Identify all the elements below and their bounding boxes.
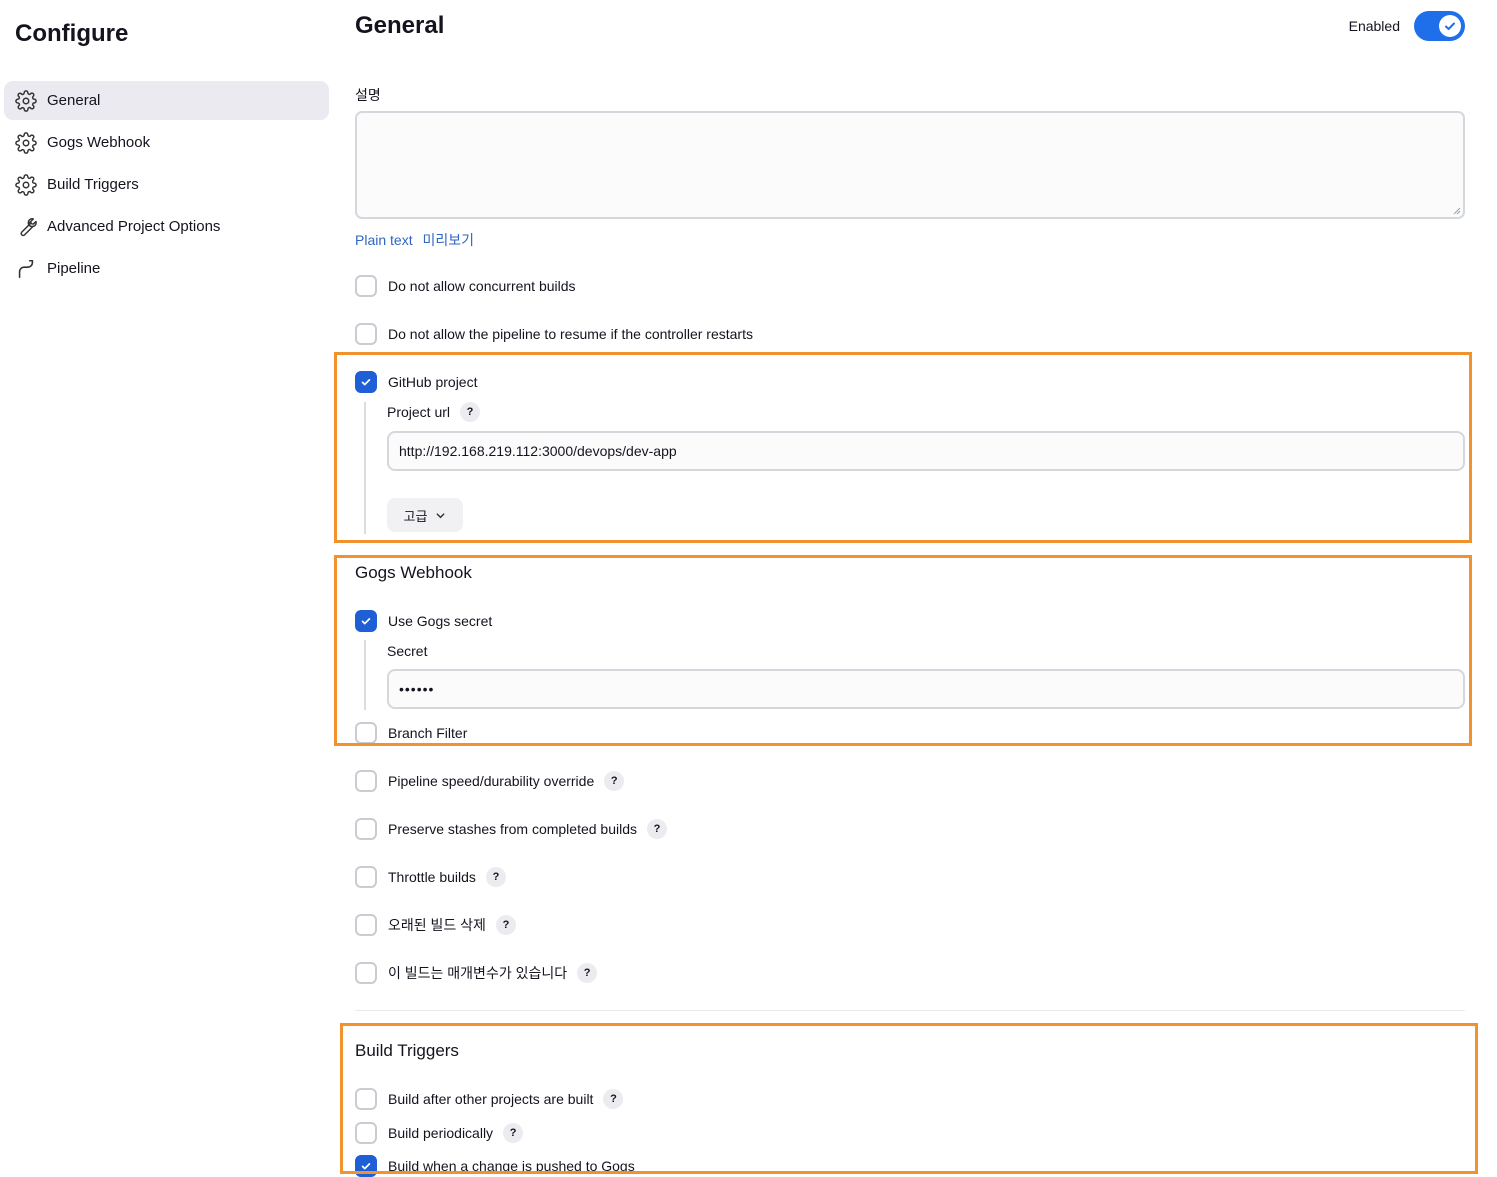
build-after-other-checkbox[interactable]	[355, 1088, 377, 1110]
help-icon[interactable]: ?	[503, 1123, 524, 1143]
option-branch-filter: Branch Filter	[355, 722, 467, 744]
option-label: Pipeline speed/durability override	[388, 773, 595, 789]
option-label: Do not allow concurrent builds	[388, 278, 576, 294]
sidebar-item-advanced-project-options[interactable]: Advanced Project Options	[4, 207, 329, 246]
description-format-links: Plain text 미리보기	[355, 230, 480, 250]
help-icon[interactable]: ?	[603, 1089, 624, 1109]
option-preserve-stashes: Preserve stashes from completed builds ?	[355, 818, 667, 840]
description-textarea[interactable]	[355, 111, 1465, 219]
check-icon	[1439, 15, 1461, 37]
option-build-periodically: Build periodically ?	[355, 1122, 524, 1144]
use-gogs-secret-checkbox[interactable]	[355, 610, 377, 632]
help-icon[interactable]: ?	[460, 402, 481, 422]
help-icon[interactable]: ?	[495, 915, 516, 935]
option-label: 이 빌드는 매개변수가 있습니다	[388, 965, 568, 981]
gear-icon	[15, 89, 37, 112]
no-concurrent-checkbox[interactable]	[355, 275, 377, 297]
enabled-control: Enabled	[1349, 11, 1465, 41]
secret-input[interactable]: ••••••	[387, 669, 1465, 709]
option-label: Build when a change is pushed to Gogs	[388, 1158, 635, 1174]
project-url-label-row: Project url ?	[387, 402, 481, 422]
enabled-toggle[interactable]	[1414, 11, 1465, 41]
option-label: Throttle builds	[388, 869, 476, 885]
project-url-label: Project url	[387, 404, 451, 420]
no-resume-checkbox[interactable]	[355, 323, 377, 345]
enabled-label: Enabled	[1348, 18, 1400, 34]
nested-indicator	[364, 402, 366, 534]
secret-label: Secret	[387, 643, 428, 659]
help-icon[interactable]: ?	[577, 963, 598, 983]
option-label: Branch Filter	[388, 725, 468, 741]
option-no-concurrent-builds: Do not allow concurrent builds	[355, 275, 576, 297]
option-label: Build periodically	[388, 1125, 494, 1141]
option-label: Preserve stashes from completed builds	[388, 821, 637, 837]
sidebar-item-label: Advanced Project Options	[47, 218, 221, 235]
option-no-resume: Do not allow the pipeline to resume if t…	[355, 323, 753, 345]
branch-filter-checkbox[interactable]	[355, 722, 377, 744]
help-icon[interactable]: ?	[604, 771, 625, 791]
sidebar-item-label: Build Triggers	[47, 176, 139, 193]
pipeline-speed-checkbox[interactable]	[355, 770, 377, 792]
nested-indicator	[364, 640, 366, 710]
parameterized-checkbox[interactable]	[355, 962, 377, 984]
sidebar-item-label: Gogs Webhook	[47, 134, 151, 151]
option-github-project: GitHub project	[355, 371, 477, 393]
sidebar-item-general[interactable]: General	[4, 81, 329, 120]
option-label: Use Gogs secret	[388, 613, 493, 629]
help-icon[interactable]: ?	[485, 867, 506, 887]
highlight-gogs-webhook	[334, 555, 1472, 746]
sidebar-item-pipeline[interactable]: Pipeline	[4, 249, 329, 288]
help-icon[interactable]: ?	[647, 819, 667, 839]
gear-icon	[15, 131, 37, 154]
gear-icon	[15, 173, 37, 196]
option-throttle-builds: Throttle builds ?	[355, 866, 506, 888]
sidebar-item-build-triggers[interactable]: Build Triggers	[4, 165, 329, 204]
preview-link[interactable]: 미리보기	[422, 232, 474, 248]
github-project-checkbox[interactable]	[355, 371, 377, 393]
section-title-gogs-webhook: Gogs Webhook	[355, 563, 472, 582]
section-divider	[355, 1010, 1465, 1011]
project-url-input[interactable]: http://192.168.219.112:3000/devops/dev-a…	[387, 431, 1465, 471]
pipeline-icon	[15, 258, 37, 280]
build-periodically-checkbox[interactable]	[355, 1122, 377, 1144]
sidebar-item-label: General	[47, 92, 101, 109]
section-title-build-triggers: Build Triggers	[355, 1041, 459, 1060]
sidebar: General Gogs Webhook Build Triggers Adva…	[4, 81, 329, 291]
section-title-general: General	[355, 12, 445, 39]
option-build-after-other: Build after other projects are built ?	[355, 1088, 624, 1110]
sidebar-item-label: Pipeline	[47, 260, 101, 277]
throttle-builds-checkbox[interactable]	[355, 866, 377, 888]
page-title: Configure	[15, 20, 129, 47]
advanced-button[interactable]: 고급	[387, 498, 463, 532]
option-label: Do not allow the pipeline to resume if t…	[388, 326, 753, 342]
option-discard-old-builds: 오래된 빌드 삭제 ?	[355, 914, 516, 936]
chevron-down-icon	[437, 512, 445, 518]
plain-text-link[interactable]: Plain text	[355, 232, 413, 248]
description-label: 설명	[355, 87, 381, 103]
wrench-icon	[15, 216, 37, 238]
option-pipeline-speed: Pipeline speed/durability override ?	[355, 770, 625, 792]
advanced-button-label: 고급	[403, 508, 428, 524]
resize-grip-icon[interactable]	[1451, 205, 1461, 215]
option-parameterized: 이 빌드는 매개변수가 있습니다 ?	[355, 962, 598, 984]
option-label: 오래된 빌드 삭제	[388, 917, 486, 933]
preserve-stashes-checkbox[interactable]	[355, 818, 377, 840]
discard-old-builds-checkbox[interactable]	[355, 914, 377, 936]
sidebar-item-gogs-webhook[interactable]: Gogs Webhook	[4, 123, 329, 162]
option-use-gogs-secret: Use Gogs secret	[355, 610, 492, 632]
option-label: GitHub project	[388, 374, 478, 390]
option-label: Build after other projects are built	[388, 1091, 594, 1107]
